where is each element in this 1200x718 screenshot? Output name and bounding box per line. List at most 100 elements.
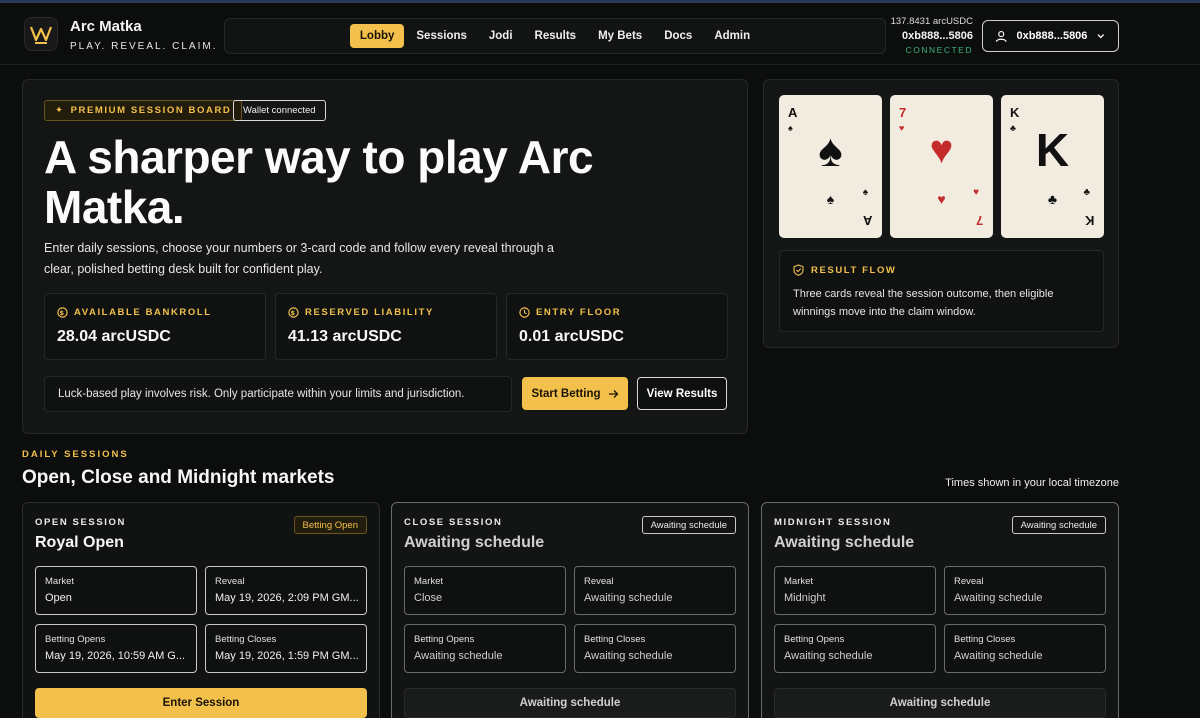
field-label: Market [784,576,814,587]
wallet-address: 0xb888...5806 [902,30,973,42]
betting-closes-field: Betting Closes May 19, 2026, 1:59 PM GM.… [205,624,367,673]
status-badge: Betting Open [293,516,367,534]
brand-logo[interactable] [24,17,58,51]
stat-entry-floor-label: ENTRY FLOOR [536,307,622,318]
brand-tagline: PLAY. REVEAL. CLAIM. [70,41,218,52]
user-icon [995,30,1007,42]
result-flow-label: RESULT FLOW [811,264,897,276]
shield-icon [793,264,804,276]
reveal-field: Reveal Awaiting schedule [574,566,736,615]
status-badge: Awaiting schedule [641,516,736,534]
stat-bankroll-label: AVAILABLE BANKROLL [74,307,212,318]
card-rank: A [862,213,872,228]
wallet-connected-badge: Wallet connected [233,100,326,121]
wallet-summary: 137.8431 arcUSDC 0xb888...5806 CONNECTED [891,16,973,55]
session-name: Awaiting schedule [774,534,915,551]
nav-docs[interactable]: Docs [654,24,702,48]
wallet-balance: 137.8431 arcUSDC [890,16,973,27]
result-flow-text: Three cards reveal the session outcome, … [793,288,1054,318]
clock-icon [519,307,530,318]
cards-panel: A ♠ ♠ ♠ ♠ A 7 ♥ ♥ ♥ ♥ 7 K ♣ K ♣ ♣ K RESU… [763,79,1119,348]
start-betting-button[interactable]: Start Betting [522,377,628,410]
chevron-down-icon [1097,34,1105,39]
field-value: May 19, 2026, 10:59 AM G... [45,650,186,662]
stat-liability-label: RESERVED LIABILITY [305,307,434,318]
hero-panel: ✦ PREMIUM SESSION BOARD Wallet connected… [22,79,748,434]
hero-description: Enter daily sessions, choose your number… [44,241,554,276]
arrow-right-icon [608,389,618,398]
market-field: Market Close [404,566,566,615]
spade-icon: ♠ [862,187,868,198]
field-value: Awaiting schedule [584,592,673,604]
nav-jodi[interactable]: Jodi [479,24,523,48]
session-name: Awaiting schedule [404,534,545,551]
session-label: MIDNIGHT SESSION [774,517,892,528]
field-label: Reveal [584,576,614,587]
nav-results[interactable]: Results [525,24,587,48]
field-value: Open [45,592,72,604]
session-card-close: CLOSE SESSION Awaiting schedule Awaiting… [391,502,749,718]
wallet-status: CONNECTED [905,45,973,55]
nav-admin[interactable]: Admin [704,24,760,48]
field-label: Market [414,576,444,587]
field-label: Market [45,576,75,587]
risk-notice: Luck-based play involves risk. Only part… [44,376,512,412]
stat-entry-floor-value: 0.01 arcUSDC [519,328,624,345]
field-label: Reveal [215,576,245,587]
card-rank: K [1010,105,1020,120]
club-icon: ♣ [1083,187,1090,198]
awaiting-schedule-button[interactable]: Awaiting schedule [404,688,736,718]
heart-icon: ♥ [929,128,954,172]
card-seven-hearts: 7 ♥ ♥ ♥ ♥ 7 [890,95,993,238]
stat-bankroll: $ AVAILABLE BANKROLL 28.04 arcUSDC [44,293,266,360]
reveal-field: Reveal May 19, 2026, 2:09 PM GM... [205,566,367,615]
field-value: Awaiting schedule [784,650,873,662]
card-rank-large: K [1035,124,1070,176]
betting-opens-field: Betting Opens May 19, 2026, 10:59 AM G..… [35,624,197,673]
session-card-open: OPEN SESSION Royal Open Betting Open Mar… [22,502,380,718]
field-value: Awaiting schedule [954,592,1043,604]
awaiting-schedule-button[interactable]: Awaiting schedule [774,688,1106,718]
nav-lobby[interactable]: Lobby [349,24,405,48]
field-label: Reveal [954,576,984,587]
field-label: Betting Opens [414,634,475,645]
field-label: Betting Opens [784,634,845,645]
start-betting-label: Start Betting [531,387,601,400]
reveal-field: Reveal Awaiting schedule [944,566,1106,615]
daily-sessions-eyebrow: DAILY SESSIONS [22,449,129,460]
nav-my-bets[interactable]: My Bets [588,24,652,48]
site-header: Arc Matka PLAY. REVEAL. CLAIM. Lobby Ses… [0,3,1200,65]
card-rank: 7 [975,213,983,228]
coin-icon: $ [288,307,299,318]
enter-session-button[interactable]: Enter Session [35,688,367,718]
field-label: Betting Closes [584,634,646,645]
brand-name[interactable]: Arc Matka [70,18,142,35]
card-ace-spades: A ♠ ♠ ♠ ♠ A [779,95,882,238]
field-value: Awaiting schedule [954,650,1043,662]
field-value: Close [414,592,443,604]
stat-liability: $ RESERVED LIABILITY 41.13 arcUSDC [275,293,497,360]
card-rank: 7 [899,105,907,120]
field-value: May 19, 2026, 2:09 PM GM... [215,592,359,604]
betting-opens-field: Betting Opens Awaiting schedule [404,624,566,673]
session-label: CLOSE SESSION [404,517,503,528]
field-label: Betting Opens [45,634,106,645]
stat-bankroll-value: 28.04 arcUSDC [57,328,171,345]
session-label: OPEN SESSION [35,517,126,528]
betting-closes-field: Betting Closes Awaiting schedule [574,624,736,673]
hero-title: A sharper way to play Arc Matka. [44,131,594,233]
main-nav: Lobby Sessions Jodi Results My Bets Docs… [224,18,886,54]
card-rank: K [1084,213,1094,228]
daily-sessions-title: Open, Close and Midnight markets [22,467,335,488]
crown-icon [29,26,53,44]
coin-icon: $ [57,307,68,318]
view-results-button[interactable]: View Results [637,377,727,410]
field-value: May 19, 2026, 1:59 PM GM... [215,650,359,662]
stat-liability-value: 41.13 arcUSDC [288,328,402,345]
svg-text:$: $ [290,309,296,317]
market-field: Market Midnight [774,566,936,615]
field-label: Betting Closes [954,634,1016,645]
wallet-account-button[interactable]: 0xb888...5806 [982,20,1119,52]
betting-closes-field: Betting Closes Awaiting schedule [944,624,1106,673]
nav-sessions[interactable]: Sessions [406,24,477,48]
